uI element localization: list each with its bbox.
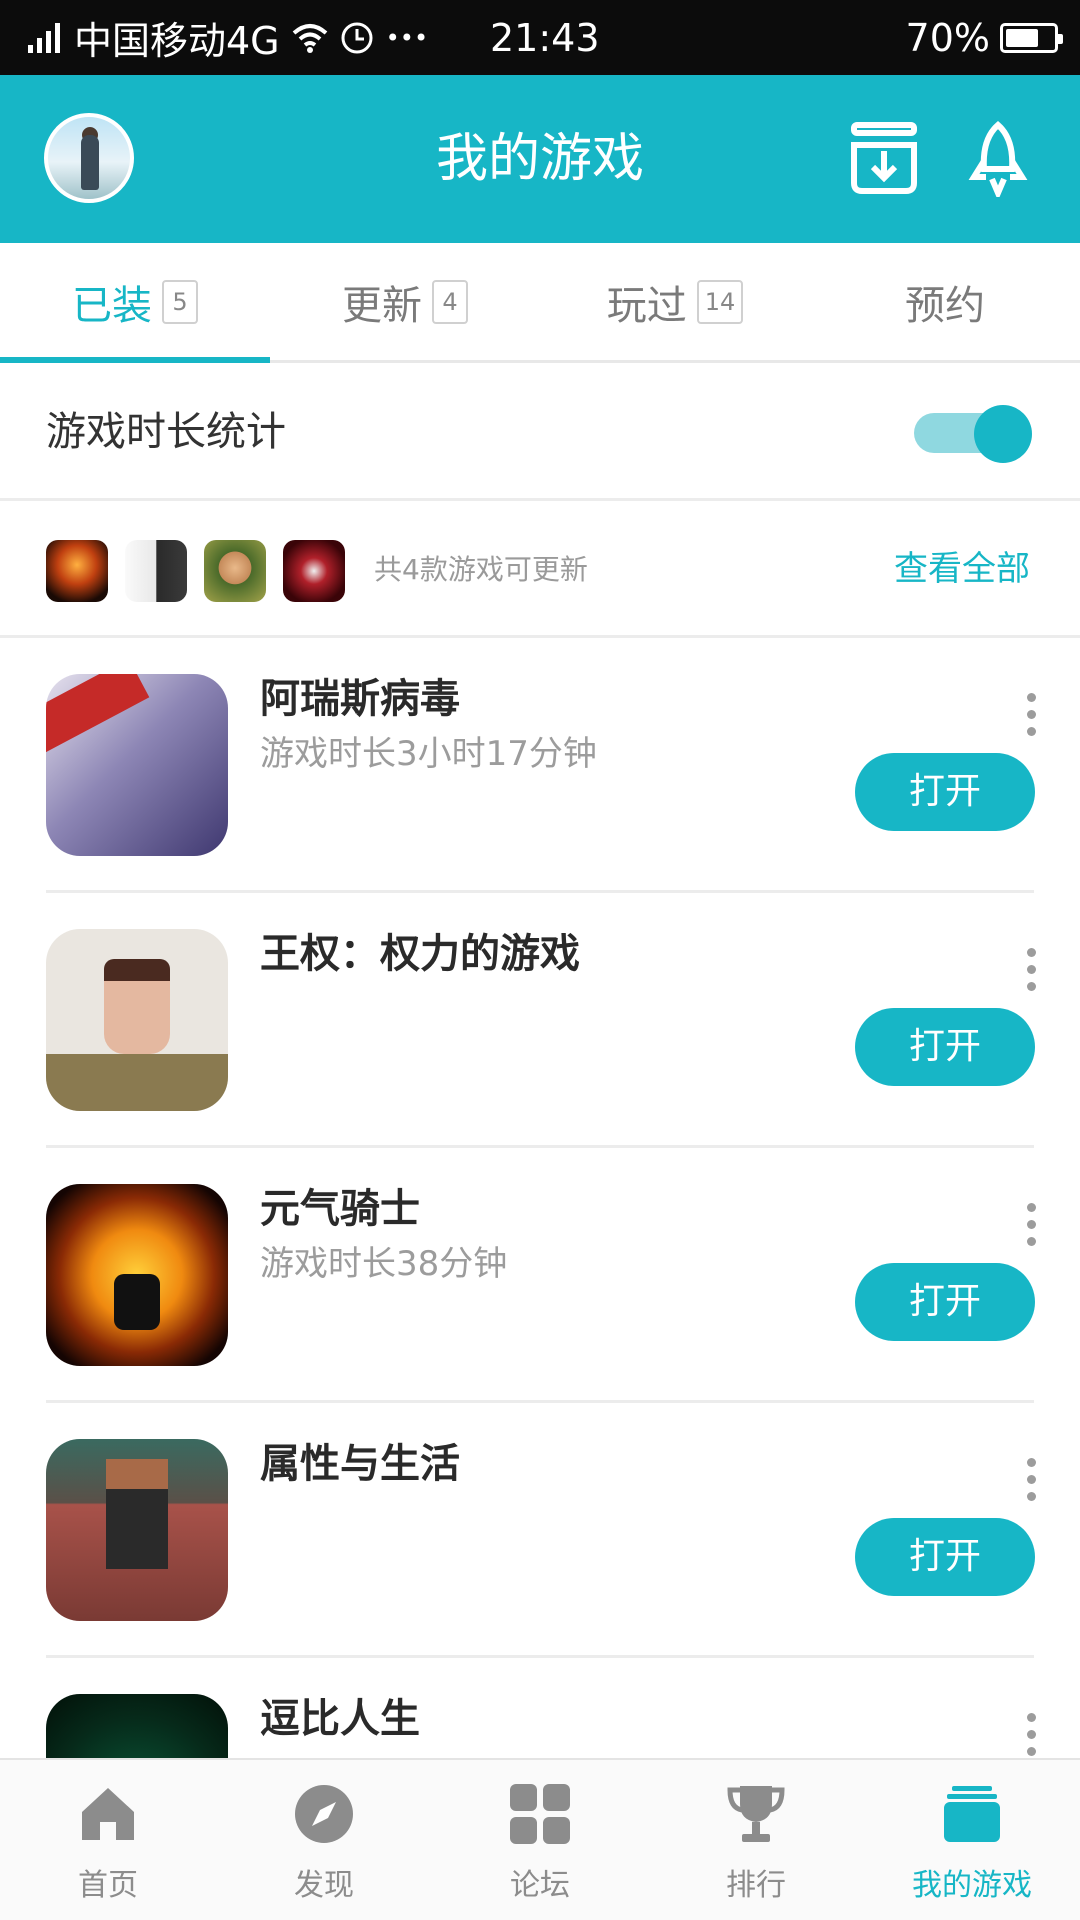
nav-label: 我的游戏 — [912, 1868, 1032, 1903]
game-icon-character — [114, 1274, 160, 1330]
update-game-icon — [204, 540, 266, 602]
carrier-label: 中国移动4G — [74, 19, 280, 63]
game-icon[interactable] — [46, 1439, 228, 1621]
game-name: 阿瑞斯病毒 — [260, 676, 460, 722]
updates-row[interactable]: 共4款游戏可更新 查看全部 — [0, 501, 1080, 638]
clock: 21:43 — [490, 15, 600, 60]
download-icon[interactable] — [848, 121, 920, 197]
nav-label: 排行 — [726, 1868, 786, 1903]
view-all-link[interactable]: 查看全部 — [894, 501, 1030, 638]
wifi-icon — [292, 23, 327, 53]
game-playtime: 游戏时长38分钟 — [260, 1244, 508, 1284]
nav-label: 首页 — [78, 1868, 138, 1903]
game-name: 王权：权力的游戏 — [260, 931, 580, 977]
signal-icon — [28, 22, 60, 53]
tab-bar: 已装 5 更新 4 玩过 14 预约 — [0, 243, 1080, 363]
tab-badge: 4 — [432, 279, 468, 324]
game-icon[interactable] — [46, 929, 228, 1111]
tab-label: 已装 — [72, 282, 152, 329]
update-game-icon — [283, 540, 345, 602]
battery-percent: 70% — [905, 15, 990, 60]
game-icon-character — [106, 1459, 168, 1569]
playtime-stats-row: 游戏时长统计 — [0, 363, 1080, 501]
open-button[interactable]: 打开 — [855, 1263, 1035, 1341]
more-options-icon[interactable] — [1025, 1713, 1037, 1757]
more-options-icon[interactable] — [1025, 1203, 1037, 1247]
open-button[interactable]: 打开 — [855, 1518, 1035, 1596]
updates-count-text: 共4款游戏可更新 — [374, 553, 588, 586]
tab-badge: 14 — [696, 279, 744, 324]
game-icon[interactable] — [46, 1184, 228, 1366]
game-icon-banner — [46, 674, 150, 754]
nav-label: 发现 — [294, 1868, 354, 1903]
status-bar: 中国移动4G ••• 21:43 70% — [0, 0, 1080, 75]
nav-my-games[interactable]: 我的游戏 — [864, 1760, 1080, 1920]
more-options-icon[interactable] — [1025, 1458, 1037, 1502]
nav-home[interactable]: 首页 — [0, 1760, 216, 1920]
nav-discover[interactable]: 发现 — [216, 1760, 432, 1920]
update-game-icon — [46, 540, 108, 602]
more-status-icon: ••• — [385, 23, 429, 52]
tab-label: 玩过 — [606, 282, 687, 329]
tab-label: 预约 — [905, 282, 985, 329]
tab-badge: 5 — [162, 279, 198, 324]
update-game-icon — [125, 540, 187, 602]
game-icon[interactable] — [46, 1694, 228, 1758]
playtime-stats-label: 游戏时长统计 — [46, 409, 286, 455]
home-icon — [82, 1788, 134, 1840]
list-item: 逗比人生 — [0, 1658, 1080, 1758]
games-icon — [944, 1786, 1000, 1842]
tab-updates[interactable]: 更新 4 — [270, 243, 540, 360]
bottom-nav: 首页 发现 论坛 排行 我的游戏 — [0, 1758, 1080, 1920]
game-playtime: 游戏时长3小时17分钟 — [260, 734, 597, 774]
playtime-stats-toggle[interactable] — [914, 405, 1034, 463]
list-item: 阿瑞斯病毒 游戏时长3小时17分钟 打开 — [0, 638, 1080, 893]
game-icon-coat — [46, 1054, 228, 1111]
game-icon-face — [104, 959, 170, 1054]
compass-icon — [295, 1785, 353, 1843]
tab-label: 更新 — [342, 282, 422, 329]
tab-installed[interactable]: 已装 5 — [0, 243, 270, 363]
battery-level — [1006, 28, 1038, 47]
battery-icon — [1000, 22, 1063, 53]
app-header: 我的游戏 — [0, 75, 1080, 243]
more-options-icon[interactable] — [1025, 693, 1037, 737]
game-name: 元气骑士 — [260, 1186, 420, 1232]
game-icon[interactable] — [46, 674, 228, 856]
nav-ranking[interactable]: 排行 — [648, 1760, 864, 1920]
rocket-icon[interactable] — [962, 121, 1034, 197]
nav-forum[interactable]: 论坛 — [432, 1760, 648, 1920]
list-item: 元气骑士 游戏时长38分钟 打开 — [0, 1148, 1080, 1403]
trophy-icon — [727, 1786, 785, 1842]
tab-played[interactable]: 玩过 14 — [540, 243, 810, 360]
open-button[interactable]: 打开 — [855, 753, 1035, 831]
list-item: 属性与生活 打开 — [0, 1403, 1080, 1658]
open-button[interactable]: 打开 — [855, 1008, 1035, 1086]
game-name: 逗比人生 — [260, 1696, 420, 1742]
more-options-icon[interactable] — [1025, 948, 1037, 992]
game-name: 属性与生活 — [260, 1441, 460, 1487]
list-item: 王权：权力的游戏 打开 — [0, 893, 1080, 1148]
tab-reserved[interactable]: 预约 — [810, 243, 1080, 360]
nav-label: 论坛 — [510, 1868, 570, 1903]
grid-icon — [510, 1784, 570, 1844]
alarm-icon — [341, 22, 373, 53]
toggle-knob — [974, 405, 1032, 463]
